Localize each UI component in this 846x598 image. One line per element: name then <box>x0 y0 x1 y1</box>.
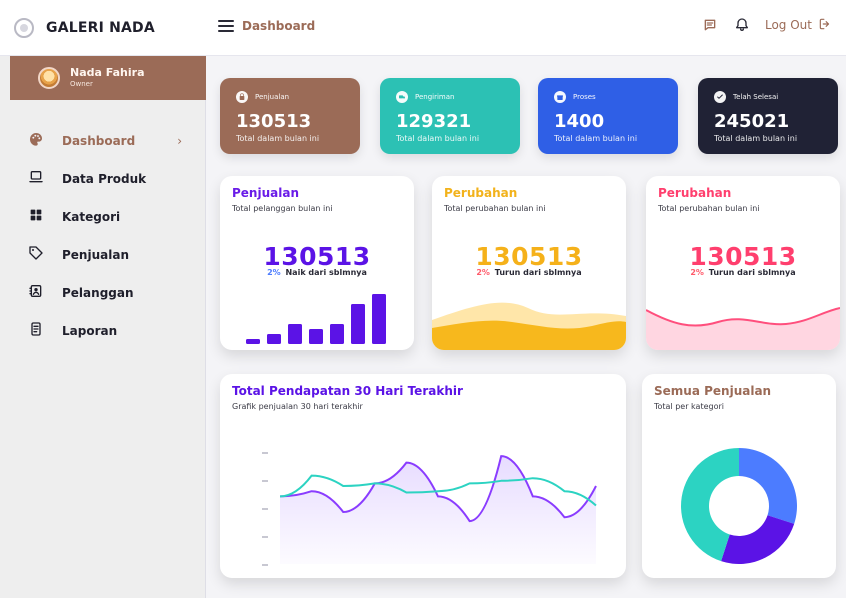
logout-icon <box>818 17 832 34</box>
sidebar-item-kategori[interactable]: Kategori <box>10 198 206 236</box>
bar <box>309 329 323 344</box>
stat-value: 129321 <box>396 111 472 132</box>
stat-label: Proses <box>573 93 596 101</box>
area-fill <box>646 308 840 350</box>
stat-subtitle: Total dalam bulan ini <box>714 134 798 143</box>
y-tick <box>262 508 268 510</box>
profile-role: Owner <box>70 80 93 88</box>
menu-toggle-icon[interactable] <box>218 18 234 34</box>
sidebar-item-label: Penjualan <box>62 248 129 262</box>
tag-icon <box>28 245 44 265</box>
sidebar-item-label: Laporan <box>62 324 118 338</box>
metric-card-perubahan-orange: Perubahan Total perubahan bulan ini 1305… <box>432 176 626 350</box>
donut-chart <box>681 448 797 564</box>
grid-icon <box>28 207 44 227</box>
stat-card-penjualan[interactable]: Penjualan 130513 Total dalam bulan ini <box>220 78 360 154</box>
palette-icon <box>28 131 44 151</box>
bar <box>267 334 281 344</box>
sidebar-item-data-produk[interactable]: Data Produk <box>10 160 206 198</box>
stat-value: 1400 <box>554 111 605 132</box>
stat-value: 245021 <box>714 111 790 132</box>
stat-label: Penjualan <box>255 93 290 101</box>
sidebar-item-laporan[interactable]: Laporan <box>10 312 206 350</box>
stat-header: Proses <box>554 90 662 104</box>
metric-card-perubahan-pink: Perubahan Total perubahan bulan ini 1305… <box>646 176 840 350</box>
sidebar: Nada Fahira Owner Dashboard › Data Produ… <box>0 56 206 598</box>
area-wave-front <box>432 320 626 350</box>
brand-logo-icon <box>14 18 34 38</box>
stat-header: Penjualan <box>236 90 344 104</box>
profile-name: Nada Fahira <box>70 66 145 79</box>
logout-label: Log Out <box>764 18 812 32</box>
sidebar-item-penjualan[interactable]: Penjualan <box>10 236 206 274</box>
profile-text: Nada Fahira Owner <box>70 67 145 89</box>
sidebar-item-label: Pelanggan <box>62 286 134 300</box>
revenue-chart-card: Total Pendapatan 30 Hari Terakhir Grafik… <box>220 374 626 578</box>
logout-button[interactable]: Log Out <box>765 17 832 34</box>
contact-icon <box>28 283 44 303</box>
stat-card-pengiriman[interactable]: Pengiriman 129321 Total dalam bulan ini <box>380 78 520 154</box>
profile-card[interactable]: Nada Fahira Owner <box>10 56 206 100</box>
sidebar-item-label: Data Produk <box>62 172 147 186</box>
chevron-right-icon: › <box>177 134 182 148</box>
notification-bell-icon[interactable] <box>733 16 751 34</box>
stat-card-telah-selesai[interactable]: Telah Selesai 245021 Total dalam bulan i… <box>698 78 838 154</box>
stat-subtitle: Total dalam bulan ini <box>236 134 320 143</box>
stat-header: Pengiriman <box>396 90 504 104</box>
brand: GALERI NADA <box>14 14 155 42</box>
gift-icon <box>554 91 566 103</box>
bar-sparkline <box>246 294 386 344</box>
stat-value: 130513 <box>236 111 312 132</box>
top-actions: Log Out <box>701 16 832 34</box>
stat-subtitle: Total dalam bulan ini <box>396 134 480 143</box>
bar <box>288 324 302 344</box>
series-purple-area <box>280 456 596 564</box>
document-icon <box>28 321 44 341</box>
top-bar: GALERI NADA Dashboard Log Out <box>0 0 846 56</box>
y-axis-ticks <box>262 452 268 566</box>
sidebar-nav: Dashboard › Data Produk Kategori Penjual… <box>10 122 206 350</box>
check-icon <box>714 91 726 103</box>
page-title: Dashboard <box>242 19 316 33</box>
bar <box>351 304 365 344</box>
bar <box>372 294 386 344</box>
app-root: GALERI NADA Dashboard Log Out Nada Fahir… <box>0 0 846 598</box>
message-icon[interactable] <box>701 16 719 34</box>
laptop-icon <box>28 169 44 189</box>
brand-name: GALERI NADA <box>46 20 155 36</box>
revenue-line-chart <box>262 452 597 566</box>
truck-icon <box>396 91 408 103</box>
sidebar-item-dashboard[interactable]: Dashboard › <box>10 122 206 160</box>
category-donut-card: Semua Penjualan Total per kategori <box>642 374 836 578</box>
sidebar-item-label: Kategori <box>62 210 121 224</box>
sidebar-item-pelanggan[interactable]: Pelanggan <box>10 274 206 312</box>
stat-header: Telah Selesai <box>714 90 822 104</box>
sidebar-item-label: Dashboard <box>62 134 136 148</box>
stat-card-proses[interactable]: Proses 1400 Total dalam bulan ini <box>538 78 678 154</box>
bag-icon <box>236 91 248 103</box>
y-tick <box>262 480 268 482</box>
stat-label: Telah Selesai <box>733 93 779 101</box>
y-tick <box>262 564 268 566</box>
stat-label: Pengiriman <box>415 93 455 101</box>
avatar <box>38 67 60 89</box>
stat-subtitle: Total dalam bulan ini <box>554 134 638 143</box>
donut-hole <box>710 477 768 535</box>
metric-card-penjualan: Penjualan Total pelanggan bulan ini 1305… <box>220 176 414 350</box>
y-tick <box>262 452 268 454</box>
y-tick <box>262 536 268 538</box>
bar <box>330 324 344 344</box>
area-sparkline <box>432 302 626 350</box>
bar <box>246 339 260 344</box>
area-sparkline <box>646 307 840 350</box>
